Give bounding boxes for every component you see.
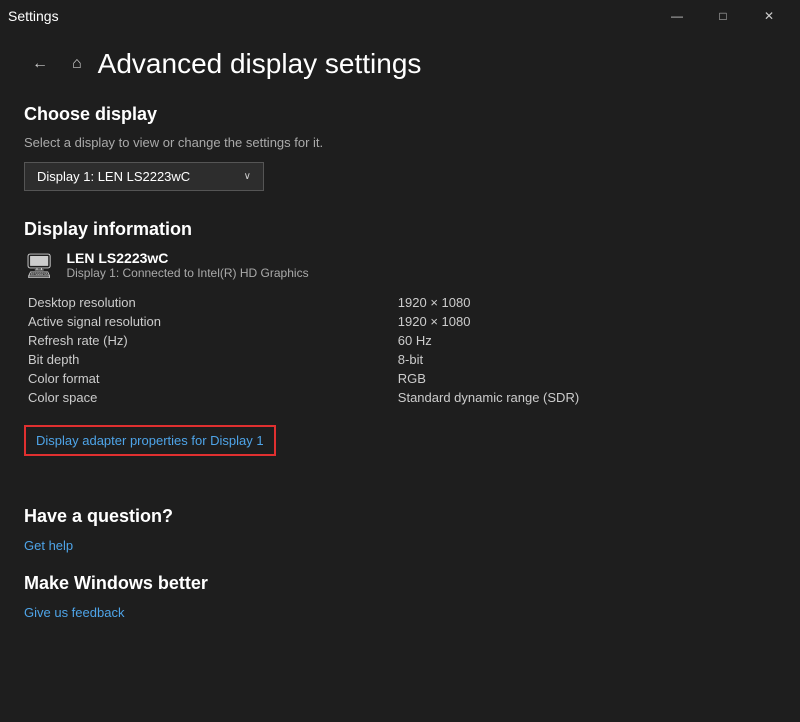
monitor-subtitle: Display 1: Connected to Intel(R) HD Grap… — [66, 266, 308, 280]
info-label: Refresh rate (Hz) — [28, 333, 358, 348]
display-info-table: Desktop resolution 1920 × 1080 Active sign… — [24, 295, 776, 405]
choose-display-title: Choose display — [24, 104, 776, 125]
info-label: Active signal resolution — [28, 314, 358, 329]
info-value: 8-bit — [398, 352, 776, 367]
info-label: Color format — [28, 371, 358, 386]
title-bar-left: Settings — [8, 8, 59, 24]
display-information-section: Display information 🖥 LEN LS2223wC Displ… — [24, 219, 776, 486]
have-a-question-title: Have a question? — [24, 506, 776, 527]
info-value: Standard dynamic range (SDR) — [398, 390, 776, 405]
info-value: 60 Hz — [398, 333, 776, 348]
monitor-name: LEN LS2223wC — [66, 250, 308, 266]
make-windows-better-title: Make Windows better — [24, 573, 776, 594]
get-help-link[interactable]: Get help — [24, 538, 73, 553]
info-label: Desktop resolution — [28, 295, 358, 310]
close-button[interactable]: ✕ — [746, 0, 792, 32]
display-adapter-properties-link[interactable]: Display adapter properties for Display 1 — [24, 425, 276, 456]
page-title: Advanced display settings — [98, 48, 422, 80]
title-bar-controls: — □ ✕ — [654, 0, 792, 32]
info-value: 1920 × 1080 — [398, 314, 776, 329]
make-windows-better-section: Make Windows better Give us feedback — [24, 573, 776, 620]
page-header: ← ⌂ Advanced display settings — [24, 48, 776, 80]
monitor-icon: 🖥 — [24, 252, 54, 281]
display-dropdown[interactable]: Display 1: LEN LS2223wC ∨ — [24, 162, 264, 191]
info-label: Color space — [28, 390, 358, 405]
info-value: 1920 × 1080 — [398, 295, 776, 310]
give-feedback-link[interactable]: Give us feedback — [24, 605, 124, 620]
choose-display-section: Choose display Select a display to view … — [24, 104, 776, 191]
back-icon: ← — [32, 55, 48, 73]
chevron-down-icon: ∨ — [244, 171, 251, 182]
info-value: RGB — [398, 371, 776, 386]
monitor-header: 🖥 LEN LS2223wC Display 1: Connected to I… — [24, 250, 776, 281]
have-a-question-section: Have a question? Get help — [24, 506, 776, 553]
display-info-title: Display information — [24, 219, 776, 240]
dropdown-value: Display 1: LEN LS2223wC — [37, 169, 190, 184]
info-label: Bit depth — [28, 352, 358, 367]
back-button[interactable]: ← — [24, 48, 56, 80]
home-icon: ⌂ — [72, 55, 82, 73]
choose-display-description: Select a display to view or change the s… — [24, 135, 776, 150]
monitor-info: LEN LS2223wC Display 1: Connected to Int… — [66, 250, 308, 280]
title-bar-title: Settings — [8, 8, 59, 24]
maximize-button[interactable]: □ — [700, 0, 746, 32]
minimize-button[interactable]: — — [654, 0, 700, 32]
title-bar: Settings — □ ✕ — [0, 0, 800, 32]
main-content: ← ⌂ Advanced display settings Choose dis… — [0, 32, 800, 722]
